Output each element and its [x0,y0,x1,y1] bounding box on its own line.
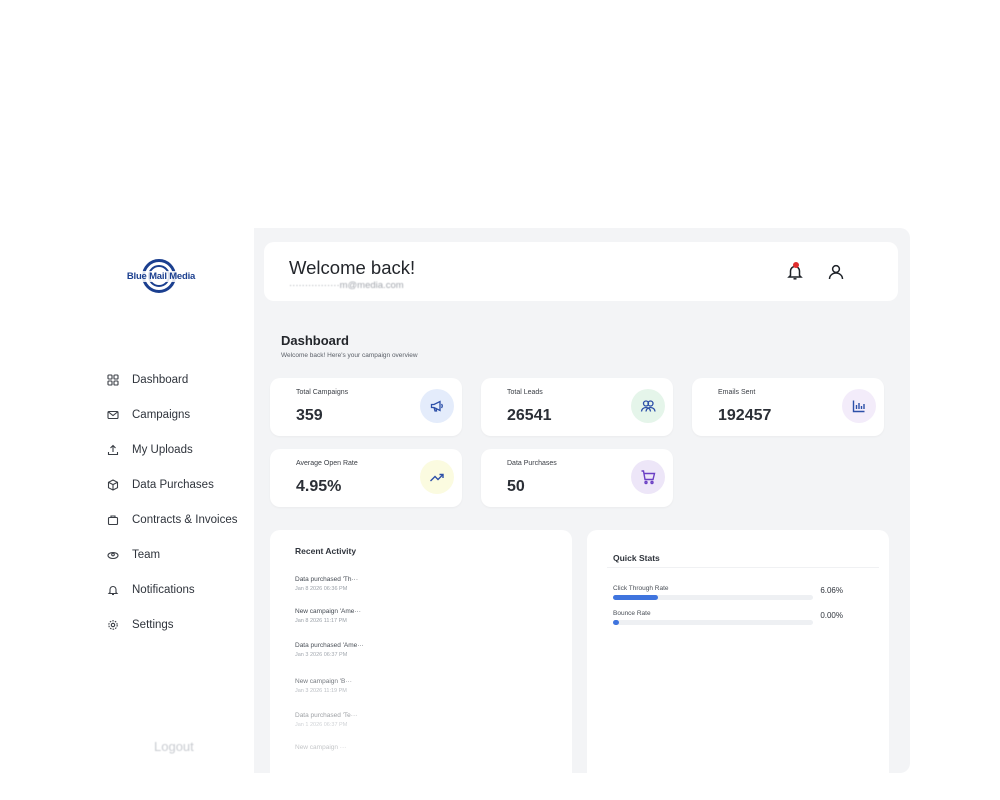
sidebar-item-label: My Uploads [132,443,193,456]
list-item[interactable]: Data purchased 'Ame··· Jan 3 2026 06:37 … [295,642,364,658]
divider [607,567,879,568]
list-item[interactable]: Data purchased 'Th··· Jan 8 2026 06:36 P… [295,576,358,592]
app-window: Blue Mail Media Dashboard Campaigns My U… [84,228,910,773]
main-content: Welcome back! ················m@media.co… [254,228,910,773]
activity-time: Jan 3 2026 06:37 PM [295,652,348,658]
logo-text: Blue Mail Media [122,271,200,282]
page-subtitle: Welcome back! Here's your campaign overv… [281,352,418,359]
sidebar-item-label: Settings [132,618,174,631]
stat-card-average-open-rate: Average Open Rate 4.95% [270,449,462,507]
sidebar-item-label: Data Purchases [132,478,214,491]
stat-card-data-purchases: Data Purchases 50 [481,449,673,507]
activity-text: New campaign 'B··· [295,678,352,685]
stat-label: Total Leads [507,389,543,396]
quick-stats-panel: Quick Stats Click Through Rate 6.06% Bou… [587,530,889,773]
progress-track [613,595,813,600]
bell-icon [106,583,120,597]
sidebar-item-notifications[interactable]: Notifications [106,572,254,607]
trending-up-icon [420,460,454,494]
grid-icon [106,373,120,387]
sidebar-item-label: Contracts & Invoices [132,513,238,526]
sidebar-item-label: Dashboard [132,373,189,386]
sidebar-item-label: Notifications [132,583,195,596]
stat-label: Total Campaigns [296,389,349,396]
activity-time: Jan 1 2026 06:37 PM [295,722,348,728]
list-item[interactable]: New campaign ··· [295,744,346,751]
activity-text: Data purchased 'Th··· [295,576,359,583]
user-email: ················m@media.com [289,280,404,291]
stat-row-value: 6.06% [820,586,843,595]
stat-row-label: Click Through Rate [613,585,669,592]
activity-text: New campaign ··· [295,744,347,751]
team-icon [106,548,120,562]
brand-logo[interactable]: Blue Mail Media [122,258,200,296]
sidebar-item-label: Campaigns [132,408,191,421]
progress-fill [613,595,658,600]
stat-row-label: Bounce Rate [613,610,651,617]
sidebar-item-settings[interactable]: Settings [106,607,254,642]
notification-dot [793,262,799,268]
sidebar-item-team[interactable]: Team [106,537,254,572]
sidebar-nav: Dashboard Campaigns My Uploads Data Purc… [106,362,254,642]
fade-overlay [587,670,889,773]
progress-fill [613,620,619,625]
bar-chart-icon [842,389,876,423]
logout-button[interactable]: Logout [154,739,194,754]
recent-activity-panel: Recent Activity Data purchased 'Th··· Ja… [270,530,572,773]
stat-row-value: 0.00% [820,611,843,620]
progress-track [613,620,813,625]
recent-activity-title: Recent Activity [295,546,357,556]
stat-label: Emails Sent [718,389,756,396]
stat-card-emails-sent: Emails Sent 192457 [692,378,884,436]
stat-value: 26541 [507,407,552,424]
activity-time: Jan 8 2026 11:17 PM [295,618,347,624]
user-icon[interactable] [827,263,845,281]
stat-value: 4.95% [296,478,342,495]
list-item[interactable]: New campaign 'B··· Jan 3 2026 11:19 PM [295,678,352,694]
page-title: Dashboard [281,333,349,348]
box-icon [106,478,120,492]
sidebar-item-contracts-invoices[interactable]: Contracts & Invoices [106,502,254,537]
stat-value: 50 [507,478,525,495]
fade-overlay [270,640,572,773]
gear-icon [106,618,120,632]
welcome-title: Welcome back! [289,257,416,278]
users-icon [631,389,665,423]
briefcase-icon [106,513,120,527]
sidebar: Blue Mail Media Dashboard Campaigns My U… [84,228,254,773]
megaphone-icon [420,389,454,423]
upload-icon [106,443,120,457]
mail-icon [106,408,120,422]
sidebar-item-label: Team [132,548,161,561]
activity-time: Jan 8 2026 06:36 PM [295,586,348,592]
list-item[interactable]: Data purchased 'Te··· Jan 1 2026 06:37 P… [295,712,357,728]
activity-text: New campaign 'Ame··· [295,608,361,615]
stat-card-total-leads: Total Leads 26541 [481,378,673,436]
sidebar-item-data-purchases[interactable]: Data Purchases [106,467,254,502]
sidebar-item-dashboard[interactable]: Dashboard [106,362,254,397]
cart-icon [631,460,665,494]
activity-time: Jan 3 2026 11:19 PM [295,688,347,694]
sidebar-item-my-uploads[interactable]: My Uploads [106,432,254,467]
stat-label: Average Open Rate [296,460,358,467]
quick-stats-title: Quick Stats [613,553,660,563]
stat-value: 192457 [718,407,772,424]
activity-text: Data purchased 'Te··· [295,712,358,719]
list-item[interactable]: New campaign 'Ame··· Jan 8 2026 11:17 PM [295,608,361,624]
stat-label: Data Purchases [507,460,557,467]
top-header: Welcome back! ················m@media.co… [264,242,898,301]
activity-text: Data purchased 'Ame··· [295,642,364,649]
stat-value: 359 [296,407,323,424]
stat-card-total-campaigns: Total Campaigns 359 [270,378,462,436]
sidebar-item-campaigns[interactable]: Campaigns [106,397,254,432]
